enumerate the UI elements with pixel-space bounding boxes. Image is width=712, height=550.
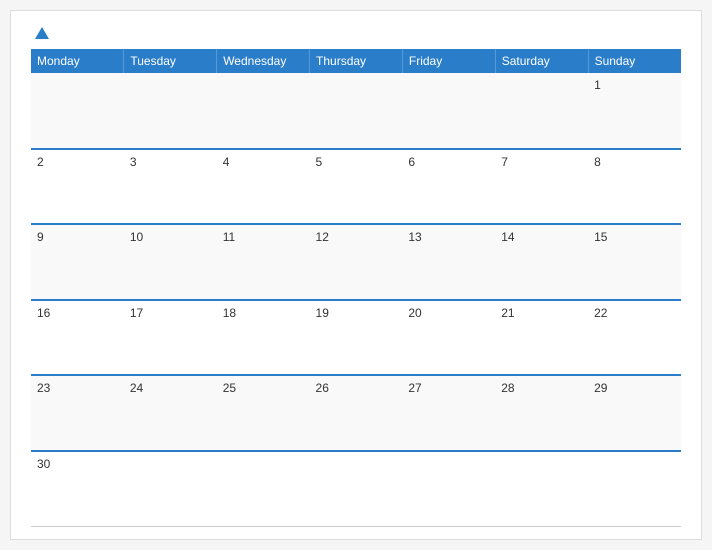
- calendar-cell: 14: [495, 224, 588, 300]
- day-number: 17: [130, 306, 143, 320]
- col-friday: Friday: [402, 49, 495, 73]
- calendar-cell: [217, 73, 310, 149]
- days-header-row: Monday Tuesday Wednesday Thursday Friday…: [31, 49, 681, 73]
- calendar-cell: 26: [310, 375, 403, 451]
- calendar-week-row: 1: [31, 73, 681, 149]
- calendar-cell: 29: [588, 375, 681, 451]
- calendar-cell: 25: [217, 375, 310, 451]
- day-number: 19: [316, 306, 329, 320]
- calendar-cell: [310, 451, 403, 527]
- day-number: 20: [408, 306, 421, 320]
- calendar-cell: 19: [310, 300, 403, 376]
- calendar-cell: [217, 451, 310, 527]
- day-number: 10: [130, 230, 143, 244]
- calendar-cell: 1: [588, 73, 681, 149]
- col-monday: Monday: [31, 49, 124, 73]
- calendar-week-row: 2 3 4 5 6 7 8: [31, 149, 681, 225]
- day-number: 24: [130, 381, 143, 395]
- calendar-cell: 3: [124, 149, 217, 225]
- calendar-cell: [124, 73, 217, 149]
- calendar-header: [31, 27, 681, 39]
- calendar-cell: [402, 73, 495, 149]
- calendar-cell: 30: [31, 451, 124, 527]
- col-wednesday: Wednesday: [217, 49, 310, 73]
- day-number: 22: [594, 306, 607, 320]
- calendar-cell: [31, 73, 124, 149]
- calendar-cell: [588, 451, 681, 527]
- calendar-cell: 6: [402, 149, 495, 225]
- day-number: 4: [223, 155, 230, 169]
- calendar-cell: 21: [495, 300, 588, 376]
- day-number: 21: [501, 306, 514, 320]
- day-number: 2: [37, 155, 44, 169]
- calendar-table: Monday Tuesday Wednesday Thursday Friday…: [31, 49, 681, 527]
- day-number: 7: [501, 155, 508, 169]
- day-number: 25: [223, 381, 236, 395]
- calendar-cell: 12: [310, 224, 403, 300]
- col-saturday: Saturday: [495, 49, 588, 73]
- calendar-cell: 24: [124, 375, 217, 451]
- logo: [31, 27, 49, 39]
- day-number: 9: [37, 230, 44, 244]
- calendar-week-row: 23 24 25 26 27 28 29: [31, 375, 681, 451]
- calendar-cell: 10: [124, 224, 217, 300]
- calendar-cell: [495, 73, 588, 149]
- calendar-cell: 4: [217, 149, 310, 225]
- day-number: 28: [501, 381, 514, 395]
- col-sunday: Sunday: [588, 49, 681, 73]
- calendar-cell: 27: [402, 375, 495, 451]
- col-tuesday: Tuesday: [124, 49, 217, 73]
- calendar-cell: [402, 451, 495, 527]
- calendar-cell: 22: [588, 300, 681, 376]
- day-number: 30: [37, 457, 50, 471]
- day-number: 18: [223, 306, 236, 320]
- day-number: 23: [37, 381, 50, 395]
- calendar-cell: 17: [124, 300, 217, 376]
- day-number: 5: [316, 155, 323, 169]
- day-number: 13: [408, 230, 421, 244]
- calendar-cell: 18: [217, 300, 310, 376]
- calendar-cell: 8: [588, 149, 681, 225]
- calendar: Monday Tuesday Wednesday Thursday Friday…: [10, 10, 702, 540]
- col-thursday: Thursday: [310, 49, 403, 73]
- day-number: 14: [501, 230, 514, 244]
- calendar-cell: [310, 73, 403, 149]
- calendar-cell: 11: [217, 224, 310, 300]
- day-number: 29: [594, 381, 607, 395]
- calendar-cell: 13: [402, 224, 495, 300]
- day-number: 8: [594, 155, 601, 169]
- calendar-cell: [495, 451, 588, 527]
- calendar-cell: 7: [495, 149, 588, 225]
- calendar-cell: [124, 451, 217, 527]
- calendar-cell: 9: [31, 224, 124, 300]
- logo-blue-text: [31, 27, 49, 39]
- day-number: 6: [408, 155, 415, 169]
- day-number: 11: [223, 230, 235, 244]
- calendar-cell: 2: [31, 149, 124, 225]
- day-number: 3: [130, 155, 137, 169]
- calendar-week-row: 16 17 18 19 20 21 22: [31, 300, 681, 376]
- day-number: 1: [594, 78, 601, 92]
- day-number: 15: [594, 230, 607, 244]
- calendar-cell: 20: [402, 300, 495, 376]
- logo-triangle-icon: [35, 27, 49, 39]
- calendar-cell: 15: [588, 224, 681, 300]
- day-number: 12: [316, 230, 329, 244]
- calendar-week-row: 9 10 11 12 13 14 15: [31, 224, 681, 300]
- calendar-cell: 28: [495, 375, 588, 451]
- day-number: 16: [37, 306, 50, 320]
- calendar-cell: 5: [310, 149, 403, 225]
- day-number: 26: [316, 381, 329, 395]
- calendar-week-row: 30: [31, 451, 681, 527]
- calendar-cell: 23: [31, 375, 124, 451]
- calendar-cell: 16: [31, 300, 124, 376]
- day-number: 27: [408, 381, 421, 395]
